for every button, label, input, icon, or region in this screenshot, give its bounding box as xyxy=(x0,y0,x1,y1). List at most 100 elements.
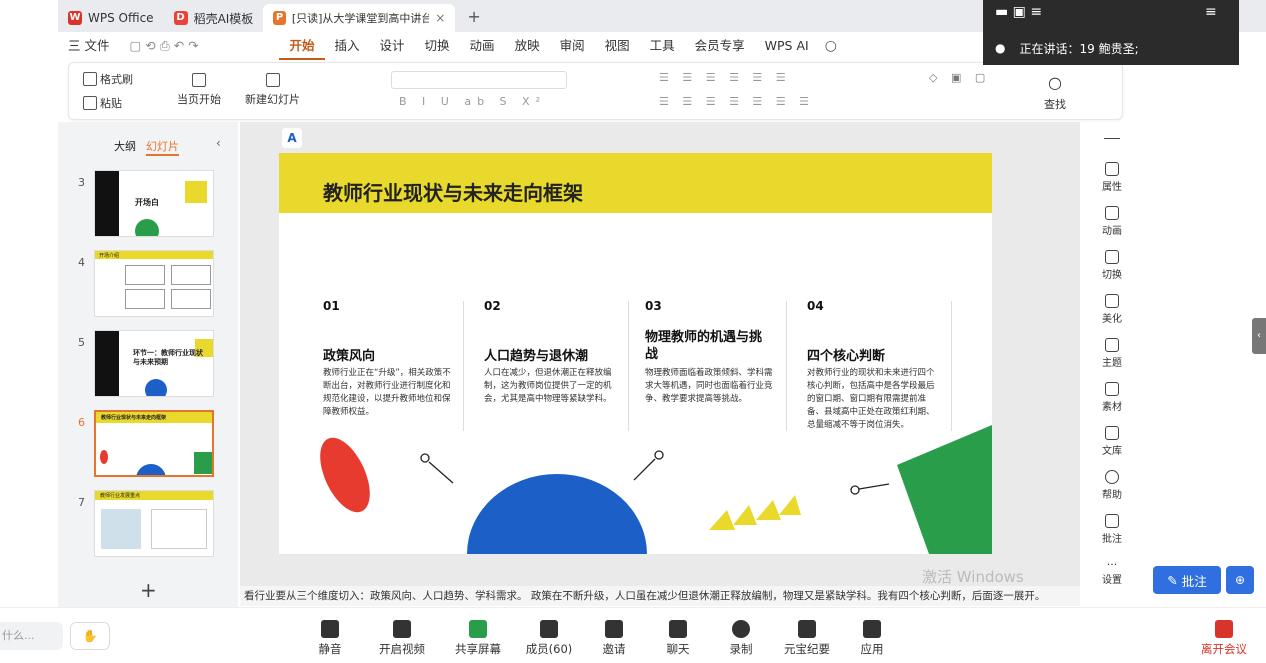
menu-insert[interactable]: 插入 xyxy=(325,32,370,60)
thumb-shape xyxy=(145,379,167,396)
column-02: 02 xyxy=(484,299,624,313)
align-tools[interactable]: ☰ ☰ ☰ ☰ ☰ ☰ ☰ xyxy=(659,95,814,108)
hand-icon: ✋ xyxy=(82,629,98,643)
slide-decorations xyxy=(320,425,992,554)
sidebar-beautify[interactable]: 美化 xyxy=(1090,294,1134,325)
find-button[interactable]: ○ 查找 xyxy=(1044,73,1066,112)
menu-slideshow[interactable]: 放映 xyxy=(505,32,550,60)
invite-button[interactable]: 邀请 xyxy=(594,620,634,657)
speaker-notes[interactable]: 看行业要从三个维度切入：政策风向、人口趋势、学科需求。 政策在不断升级，人口虽在… xyxy=(240,586,1080,606)
chat-button[interactable]: 聊天 xyxy=(658,620,698,657)
menu-bar: 三 文件 ▢ ⟲ ⎙ ↶ ↷ 开始 插入 设计 切换 动画 放映 审阅 视图 工… xyxy=(58,32,983,60)
thumb-shape xyxy=(171,289,211,309)
pin-shape xyxy=(858,483,890,490)
raise-hand-button[interactable]: ✋ xyxy=(70,622,110,650)
play-icon xyxy=(192,73,206,87)
zoom-in-icon: ⊕ xyxy=(1234,573,1246,587)
search-icon[interactable]: ○ xyxy=(825,38,837,54)
side-handle[interactable]: ‹ xyxy=(1252,318,1266,354)
font-format-tools[interactable]: B I U ab S X² xyxy=(399,95,546,108)
new-tab-icon[interactable]: + xyxy=(467,7,480,26)
record-icon xyxy=(732,620,750,638)
record-button[interactable]: 录制 xyxy=(721,620,761,657)
minimize-panel-icon[interactable] xyxy=(1104,138,1120,139)
sidebar-theme[interactable]: 主题 xyxy=(1090,338,1134,369)
column-title: 人口趋势与退休潮 xyxy=(484,349,589,364)
comment-icon xyxy=(1105,514,1119,528)
add-slide-button[interactable]: + xyxy=(140,578,157,602)
sidebar-help[interactable]: 帮助 xyxy=(1090,470,1134,501)
theme-icon xyxy=(1105,338,1119,352)
annotate-button[interactable]: ✎ 批注 xyxy=(1153,566,1221,594)
menu-review[interactable]: 审阅 xyxy=(550,32,595,60)
slide-thumb-6[interactable]: 教师行业现状与未来走向框架 xyxy=(94,410,214,477)
sidebar-assets[interactable]: 素材 xyxy=(1090,382,1134,413)
apps-button[interactable]: 应用 xyxy=(852,620,892,657)
tab-wps-office[interactable]: W WPS Office xyxy=(58,4,164,32)
close-icon[interactable]: × xyxy=(435,11,445,25)
expand-icon[interactable]: ≡ xyxy=(1205,4,1217,20)
wps-ai-float-icon[interactable]: A xyxy=(282,128,302,148)
sidebar-transition[interactable]: 切换 xyxy=(1090,250,1134,281)
column-divider xyxy=(463,301,464,431)
play-from-current-button[interactable]: 当页开始 xyxy=(177,73,221,107)
tab-presentation[interactable]: P [只读]从大学课堂到高中讲台── × xyxy=(263,4,456,32)
video-button[interactable]: 开启视频 xyxy=(372,620,432,657)
sidebar-animation[interactable]: 动画 xyxy=(1090,206,1134,237)
new-slide-button[interactable]: 新建幻灯片 xyxy=(245,73,300,107)
slide-thumb-7[interactable]: 教师行业发展重点 xyxy=(94,490,214,557)
meeting-panel: ▬ ▣ ≡ ≡ ● 正在讲话：19 鲍贵圣; xyxy=(983,0,1239,65)
members-button[interactable]: 成员(60) xyxy=(522,620,576,657)
share-screen-button[interactable]: 共享屏幕 xyxy=(448,620,508,657)
pin-shape xyxy=(654,450,664,460)
invite-icon xyxy=(605,620,623,638)
mute-button[interactable]: 静音 xyxy=(310,620,350,657)
sidebar-comment[interactable]: 批注 xyxy=(1090,514,1134,545)
menu-home[interactable]: 开始 xyxy=(279,32,325,60)
menu-transition[interactable]: 切换 xyxy=(415,32,460,60)
slide-thumb-4[interactable]: 开场介绍 xyxy=(94,250,214,317)
font-select[interactable] xyxy=(391,71,567,89)
leave-meeting-button[interactable]: 离开会议 xyxy=(1198,620,1250,657)
menu-view[interactable]: 视图 xyxy=(595,32,640,60)
slide-canvas[interactable]: 教师行业现状与未来走向框架 01 政策风向 教师行业正在“升级”，相关政策不断出… xyxy=(279,153,992,554)
yuanbao-notes-button[interactable]: 元宝纪要 xyxy=(780,620,834,657)
thumb-shape xyxy=(151,509,207,549)
chat-input[interactable]: 什么... xyxy=(0,622,63,650)
slide-thumb-3[interactable]: 开场白 xyxy=(94,170,214,237)
column-number: 03 xyxy=(645,299,662,313)
tab-outline[interactable]: 大纲 xyxy=(114,138,136,154)
menu-design[interactable]: 设计 xyxy=(370,32,415,60)
quick-tools[interactable]: ▢ ⟲ ⎙ ↶ ↷ xyxy=(119,32,279,60)
sidebar-library[interactable]: 文库 xyxy=(1090,426,1134,457)
menu-tools[interactable]: 工具 xyxy=(640,32,685,60)
slide-thumb-5[interactable]: 环节一：教师行业现状与未来预期 xyxy=(94,330,214,397)
menu-member[interactable]: 会员专享 xyxy=(685,32,755,60)
shape-tools[interactable]: ◇ ▣ ▢ xyxy=(929,71,990,84)
meeting-toolbar[interactable]: ▬ ▣ ≡ xyxy=(995,4,1042,20)
thumb-title: 教师行业现状与未来走向框架 xyxy=(101,415,167,421)
leave-icon xyxy=(1215,620,1233,638)
green-quad-shape xyxy=(897,425,992,554)
paste-button[interactable]: 粘贴 xyxy=(83,95,122,111)
sidebar-properties[interactable]: 属性 xyxy=(1090,162,1134,193)
sidebar-settings[interactable]: ··· 设置 xyxy=(1090,558,1134,586)
thumb-shape xyxy=(95,171,119,236)
zoom-button[interactable]: ⊕ xyxy=(1226,566,1254,594)
collapse-pane-icon[interactable]: ‹ xyxy=(216,136,221,150)
column-text: 物理教师面临着政策倾斜、学科需求大等机遇，同时也面临着行业竞争、教学要求提高等挑… xyxy=(645,368,773,404)
microphone-icon: ● xyxy=(995,41,1006,55)
beautify-icon xyxy=(1105,294,1119,308)
thumb-title: 教师行业发展重点 xyxy=(100,493,141,499)
paragraph-tools[interactable]: ☰ ☰ ☰ ☰ ☰ ☰ xyxy=(659,71,791,84)
menu-wps-ai[interactable]: WPS AI xyxy=(755,32,819,60)
pin-shape xyxy=(420,453,430,463)
tab-slides[interactable]: 幻灯片 xyxy=(146,138,179,156)
column-03: 03 xyxy=(645,299,785,313)
thumb-title: 环节一：教师行业现状与未来预期 xyxy=(133,349,203,366)
tab-docer[interactable]: D 稻壳AI模板 xyxy=(164,4,264,32)
menu-file[interactable]: 三 文件 xyxy=(58,32,119,60)
menu-animation[interactable]: 动画 xyxy=(460,32,505,60)
slide-title: 教师行业现状与未来走向框架 xyxy=(323,181,583,205)
format-painter-button[interactable]: 格式刷 xyxy=(83,71,133,87)
